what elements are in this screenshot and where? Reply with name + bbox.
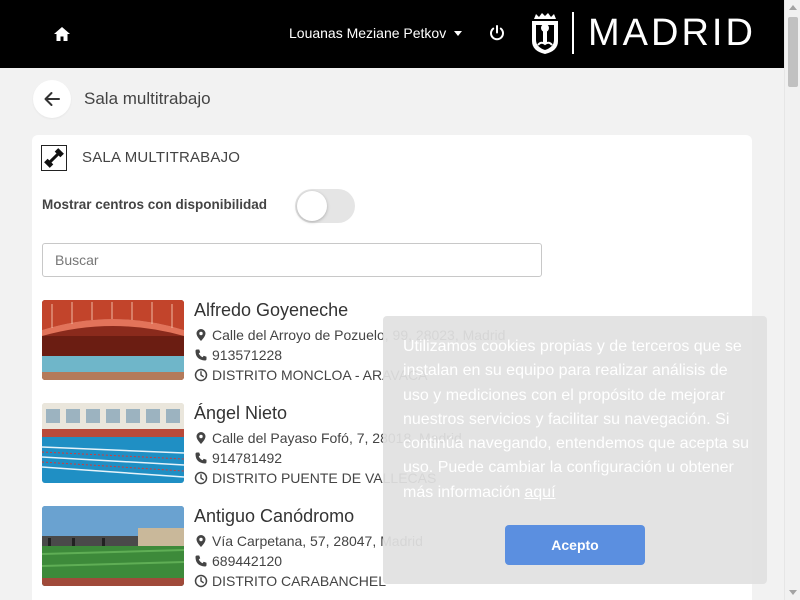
center-phone: 913571228 [194, 347, 282, 363]
clock-icon [194, 368, 208, 382]
map-marker-icon [196, 329, 206, 341]
search-input[interactable] [42, 243, 542, 277]
center-photo [42, 403, 184, 483]
center-name[interactable]: Antiguo Canódromo [194, 506, 354, 527]
chevron-down-icon [454, 30, 463, 36]
center-district: DISTRITO CARABANCHEL [194, 573, 386, 589]
availability-toggle-label: Mostrar centros con disponibilidad [42, 197, 268, 212]
dumbbell-icon [41, 145, 67, 171]
clock-icon [194, 471, 208, 485]
back-button[interactable] [33, 80, 71, 118]
clock-icon [194, 574, 208, 588]
phone-icon [195, 349, 207, 361]
phone-text: 689442120 [212, 553, 283, 569]
map-marker-icon [196, 432, 206, 444]
scroll-up-arrow-icon[interactable] [789, 5, 797, 10]
toggle-knob [297, 191, 327, 221]
center-phone: 689442120 [194, 553, 282, 569]
page-title: Sala multitrabajo [84, 89, 211, 108]
phone-text: 913571228 [212, 347, 283, 363]
power-icon[interactable] [488, 24, 506, 42]
center-name[interactable]: Alfredo Goyeneche [194, 300, 348, 321]
home-icon[interactable] [52, 24, 72, 44]
phone-text: 914781492 [212, 450, 283, 466]
cookie-more-info-link[interactable]: aquí [524, 484, 555, 501]
scroll-thumb[interactable] [788, 17, 798, 87]
top-navbar: Louanas Meziane Petkov MADRID [0, 0, 784, 68]
user-menu[interactable]: Louanas Meziane Petkov [289, 25, 463, 41]
center-name[interactable]: Ángel Nieto [194, 403, 287, 424]
arrow-left-icon [44, 92, 60, 106]
cookie-banner: Utilizamos cookies propias y de terceros… [383, 316, 767, 584]
cookie-text: Utilizamos cookies propias y de terceros… [403, 338, 750, 501]
vertical-scrollbar[interactable] [784, 0, 800, 600]
phone-icon [195, 555, 207, 567]
scroll-down-arrow-icon[interactable] [789, 590, 797, 595]
logo-text: MADRID [588, 12, 756, 54]
center-photo [42, 300, 184, 380]
madrid-seal-icon [532, 13, 558, 54]
cookie-message: Utilizamos cookies propias y de terceros… [403, 335, 753, 505]
logo-divider [572, 12, 574, 54]
center-phone: 914781492 [194, 450, 282, 466]
center-photo [42, 506, 184, 586]
section-title: SALA MULTITRABAJO [82, 149, 241, 166]
user-name: Louanas Meziane Petkov [289, 25, 447, 41]
accept-cookies-button[interactable]: Acepto [505, 525, 645, 565]
phone-icon [195, 452, 207, 464]
availability-toggle[interactable] [295, 189, 355, 223]
map-marker-icon [196, 535, 206, 547]
district-text: DISTRITO CARABANCHEL [212, 573, 386, 589]
madrid-logo[interactable]: MADRID [528, 10, 756, 56]
